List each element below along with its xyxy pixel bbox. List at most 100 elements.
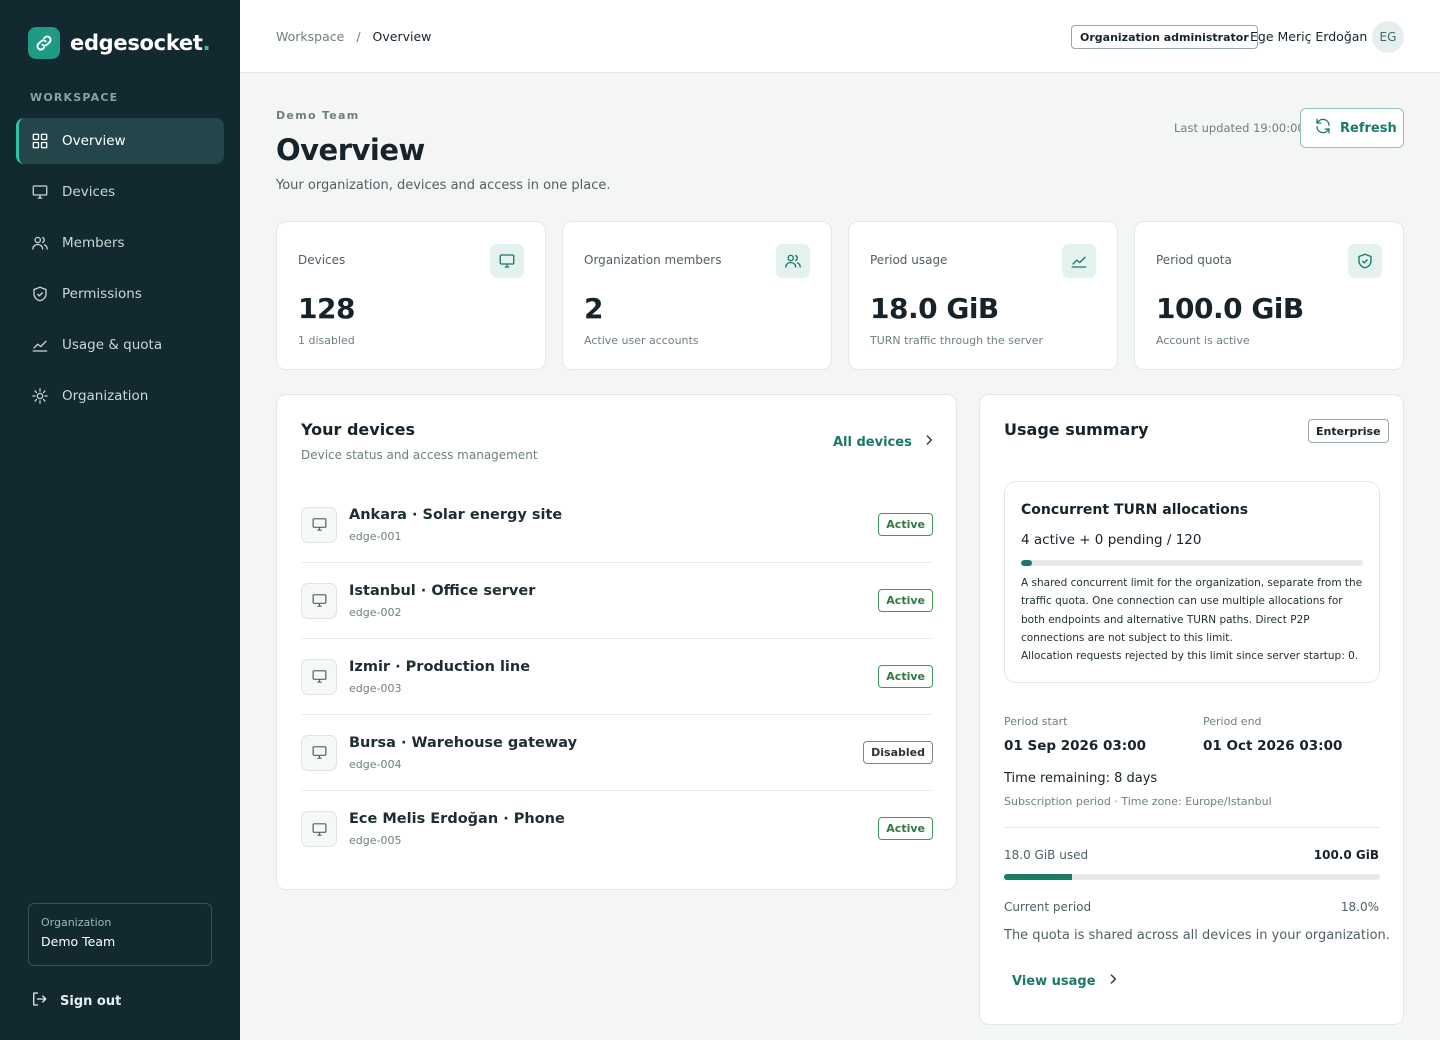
sign-out-icon xyxy=(30,990,48,1012)
status-badge: Active xyxy=(878,513,933,536)
stat-value: 2 xyxy=(584,292,603,325)
status-badge: Active xyxy=(878,589,933,612)
device-row[interactable]: Ece Melis Erdoğan · Phone edge-005 Activ… xyxy=(301,791,933,867)
turn-count: 4 active + 0 pending / 120 xyxy=(1021,532,1202,548)
sidebar-item-members[interactable]: Members xyxy=(16,220,224,266)
all-devices-label: All devices xyxy=(833,434,912,450)
status-badge: Disabled xyxy=(863,741,933,764)
stat-note: Account is active xyxy=(1156,334,1250,347)
team-label: Demo Team xyxy=(276,109,360,122)
turn-rejected-text: Allocation requests rejected by this lim… xyxy=(1021,650,1359,663)
sun-icon xyxy=(30,386,50,406)
period-end-label: Period end xyxy=(1203,715,1262,728)
page-subtitle: Your organization, devices and access in… xyxy=(276,178,611,193)
devices-panel: Your devices Device status and access ma… xyxy=(276,394,957,890)
link-icon xyxy=(28,27,60,59)
monitor-icon xyxy=(301,811,337,847)
stat-label: Organization members xyxy=(584,253,722,267)
used-label: 18.0 GiB used xyxy=(1004,848,1089,862)
organization-switcher[interactable]: Organization Demo Team xyxy=(28,903,212,966)
sidebar-item-organization[interactable]: Organization xyxy=(16,373,224,419)
device-id: edge-004 xyxy=(349,757,402,771)
sign-out-label: Sign out xyxy=(60,993,122,1009)
brand-logo[interactable]: edgesocket. xyxy=(28,27,211,59)
user-name[interactable]: Ege Meriç Erdoğan xyxy=(1250,29,1367,44)
sidebar-item-devices[interactable]: Devices xyxy=(16,169,224,215)
stat-value: 128 xyxy=(298,292,355,325)
grid-icon xyxy=(30,131,50,151)
monitor-icon xyxy=(30,182,50,202)
device-row[interactable]: Izmir · Production line edge-003 Active xyxy=(301,639,933,715)
period-note: Subscription period · Time zone: Europe/… xyxy=(1004,795,1272,808)
turn-progress-bar xyxy=(1021,560,1363,566)
current-period-label: Current period xyxy=(1004,900,1092,914)
period-start-value: 01 Sep 2026 03:00 xyxy=(1004,738,1146,754)
chart-icon xyxy=(30,335,50,355)
device-row[interactable]: Bursa · Warehouse gateway edge-004 Disab… xyxy=(301,715,933,791)
organization-name: Demo Team xyxy=(41,934,116,949)
monitor-icon xyxy=(301,734,337,771)
view-usage-label: View usage xyxy=(1012,973,1096,989)
device-id: edge-003 xyxy=(349,681,402,695)
refresh-icon xyxy=(1314,117,1332,139)
stat-card-period-usage: Period usage 18.0 GiB TURN traffic throu… xyxy=(848,221,1118,370)
monitor-icon xyxy=(301,506,337,543)
stat-note: Active user accounts xyxy=(584,334,699,347)
device-row[interactable]: Ankara · Solar energy site edge-001 Acti… xyxy=(301,487,933,563)
sidebar-item-usage-quota[interactable]: Usage & quota xyxy=(16,322,224,368)
chart-icon xyxy=(1062,244,1096,278)
view-usage-link[interactable]: View usage xyxy=(1012,972,1120,990)
turn-title: Concurrent TURN allocations xyxy=(1021,502,1249,518)
plan-badge: Enterprise xyxy=(1308,419,1389,443)
quota-progress-fill xyxy=(1004,874,1072,880)
device-name[interactable]: Ece Melis Erdoğan · Phone xyxy=(349,811,565,827)
breadcrumb-separator: / xyxy=(356,29,361,44)
time-remaining: Time remaining: 8 days xyxy=(1004,771,1158,786)
refresh-label: Refresh xyxy=(1340,120,1397,136)
breadcrumb-workspace[interactable]: Workspace xyxy=(276,29,344,44)
sidebar-nav: Overview Devices Members Permissions Usa… xyxy=(16,118,224,424)
stat-label: Period usage xyxy=(870,253,948,267)
shield-icon xyxy=(30,284,50,304)
sign-out-button[interactable]: Sign out xyxy=(30,990,121,1012)
sidebar-item-label: Members xyxy=(62,235,125,251)
monitor-icon xyxy=(301,582,337,619)
device-row[interactable]: Istanbul · Office server edge-002 Active xyxy=(301,563,933,639)
chevron-right-icon xyxy=(1106,972,1120,990)
organization-label: Organization xyxy=(41,916,112,929)
sidebar-item-permissions[interactable]: Permissions xyxy=(16,271,224,317)
chevron-right-icon xyxy=(922,433,936,451)
sidebar: edgesocket. WORKSPACE Overview Devices M… xyxy=(0,0,240,1040)
turn-description: A shared concurrent limit for the organi… xyxy=(1021,574,1367,665)
role-badge: Organization administrator xyxy=(1071,25,1258,49)
users-icon xyxy=(30,233,50,253)
device-id: edge-001 xyxy=(349,529,402,543)
stat-note: 1 disabled xyxy=(298,334,355,347)
stat-label: Period quota xyxy=(1156,253,1232,267)
period-start-label: Period start xyxy=(1004,715,1068,728)
sidebar-item-label: Devices xyxy=(62,184,116,200)
refresh-button[interactable]: Refresh xyxy=(1300,108,1404,148)
usage-title: Usage summary xyxy=(1004,420,1149,439)
breadcrumb: Workspace / Overview xyxy=(276,29,431,44)
stat-card-members: Organization members 2 Active user accou… xyxy=(562,221,832,370)
device-name[interactable]: Istanbul · Office server xyxy=(349,583,535,599)
turn-progress-fill xyxy=(1021,560,1033,566)
device-id: edge-005 xyxy=(349,834,402,847)
all-devices-link[interactable]: All devices xyxy=(833,433,936,451)
stat-card-devices: Devices 128 1 disabled xyxy=(276,221,546,370)
device-name[interactable]: Izmir · Production line xyxy=(349,659,530,675)
sidebar-item-label: Permissions xyxy=(62,286,142,302)
avatar[interactable]: EG xyxy=(1372,21,1404,53)
divider xyxy=(1004,827,1380,828)
turn-description-text: A shared concurrent limit for the organi… xyxy=(1021,577,1363,644)
sidebar-item-overview[interactable]: Overview xyxy=(16,118,224,164)
usage-panel: Usage summary Enterprise Concurrent TURN… xyxy=(979,394,1404,1025)
shield-check-icon xyxy=(1348,244,1382,278)
breadcrumb-current: Overview xyxy=(372,29,432,44)
shared-quota-note: The quota is shared across all devices i… xyxy=(1004,928,1390,943)
sidebar-item-label: Overview xyxy=(62,133,126,149)
page-title: Overview xyxy=(276,133,425,167)
device-name[interactable]: Ankara · Solar energy site xyxy=(349,507,562,523)
device-name[interactable]: Bursa · Warehouse gateway xyxy=(349,735,577,751)
